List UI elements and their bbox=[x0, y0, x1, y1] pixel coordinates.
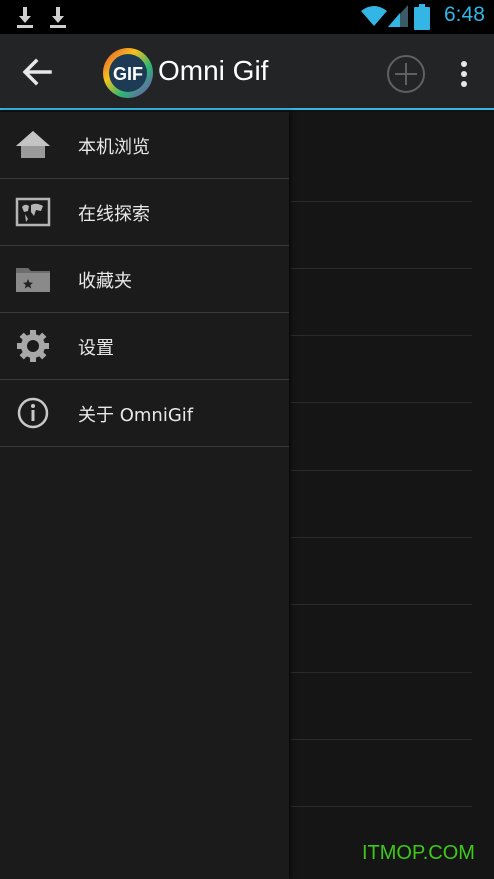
home-icon bbox=[16, 131, 50, 158]
drawer-item-about[interactable]: 关于 OmniGif bbox=[0, 380, 289, 447]
list-divider bbox=[290, 672, 472, 673]
folder-star-icon bbox=[16, 268, 50, 292]
download-icon bbox=[50, 7, 66, 28]
list-divider bbox=[290, 604, 472, 605]
drawer-item-label: 本机浏览 bbox=[78, 137, 150, 158]
list-divider bbox=[290, 201, 472, 202]
navigation-drawer: 本机浏览 在线探索 收藏夹 设置 关于 OmniGif bbox=[0, 112, 289, 879]
watermark: ITMOP.COM bbox=[362, 842, 475, 864]
drawer-item-label: 设置 bbox=[78, 338, 114, 359]
list-item[interactable]: ongifs bbox=[290, 412, 410, 452]
status-bar: 6:48 bbox=[0, 0, 494, 34]
arrow-left-icon[interactable] bbox=[20, 56, 54, 88]
list-divider bbox=[290, 739, 472, 740]
list-divider bbox=[290, 806, 472, 807]
list-divider bbox=[290, 402, 472, 403]
info-icon bbox=[17, 397, 49, 429]
list-divider bbox=[290, 268, 472, 269]
drawer-item-label: 收藏夹 bbox=[78, 271, 132, 292]
list-divider bbox=[290, 335, 472, 336]
svg-text:GIF: GIF bbox=[113, 64, 143, 84]
list-divider bbox=[290, 470, 472, 471]
battery-icon bbox=[414, 4, 430, 30]
download-icon bbox=[17, 7, 33, 28]
drawer-item-favorites[interactable]: 收藏夹 bbox=[0, 246, 289, 313]
wifi-icon bbox=[361, 6, 387, 26]
drawer-item-label: 关于 OmniGif bbox=[78, 405, 194, 426]
drawer-item-online-explore[interactable]: 在线探索 bbox=[0, 179, 289, 246]
overflow-menu-icon[interactable] bbox=[452, 56, 476, 92]
app-logo: GIF bbox=[103, 48, 153, 98]
clock: 6:48 bbox=[444, 3, 485, 26]
list-divider bbox=[290, 537, 472, 538]
gear-icon bbox=[17, 330, 49, 362]
signal-icon bbox=[388, 5, 408, 27]
drawer-item-settings[interactable]: 设置 bbox=[0, 313, 289, 380]
world-map-icon bbox=[15, 197, 51, 227]
action-bar: GIF Omni Gif bbox=[0, 34, 494, 110]
add-circle-icon[interactable] bbox=[386, 54, 426, 94]
drawer-item-local-browse[interactable]: 本机浏览 bbox=[0, 112, 289, 179]
drawer-item-label: 在线探索 bbox=[78, 204, 150, 225]
app-title: Omni Gif bbox=[158, 55, 269, 86]
